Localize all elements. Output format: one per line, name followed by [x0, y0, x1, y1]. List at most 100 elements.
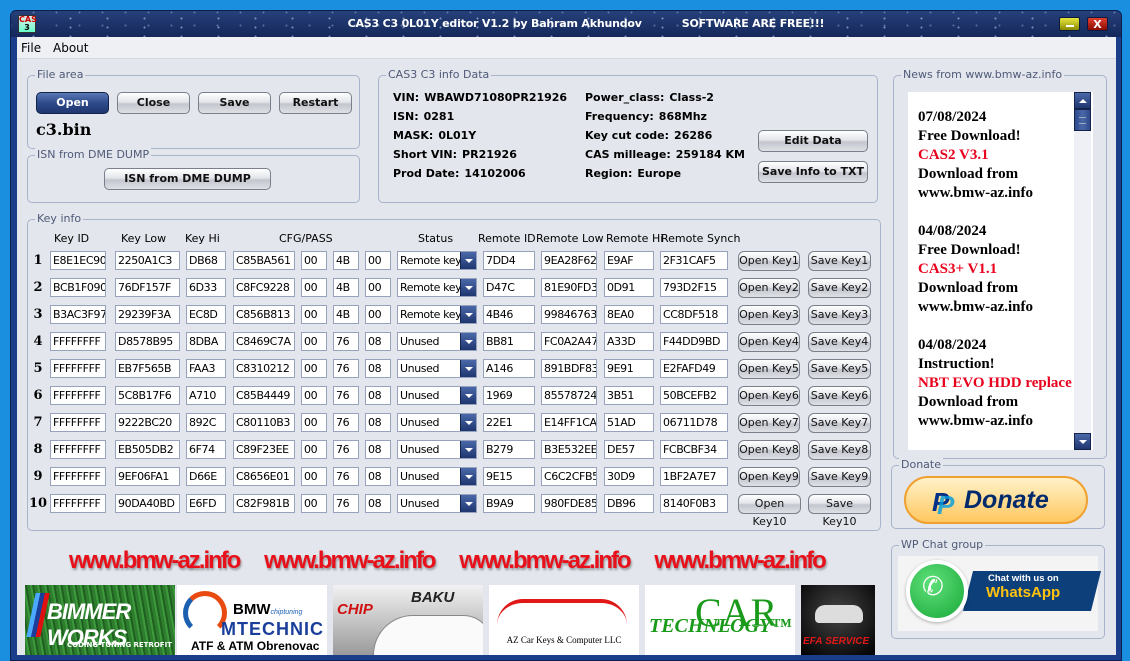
key-key-id-field[interactable]: FFFFFFFF: [50, 332, 106, 351]
key-key-hi-field[interactable]: FAA3: [186, 359, 226, 378]
key-key-low-field[interactable]: EB7F565B: [115, 359, 180, 378]
key-p1-field[interactable]: 00: [301, 440, 327, 459]
paypal-donate-button[interactable]: P Donate: [904, 476, 1088, 524]
key-key-id-field[interactable]: FFFFFFFF: [50, 494, 106, 513]
key-key-id-field[interactable]: FFFFFFFF: [50, 413, 106, 432]
key-key-hi-field[interactable]: E6FD: [186, 494, 226, 513]
news-line3[interactable]: www.bmw-az.info: [918, 298, 1083, 317]
key-status-select[interactable]: Remote key: [397, 251, 477, 270]
key-cfg-field[interactable]: C856B813: [233, 305, 295, 324]
key-cfg-field[interactable]: C80110B3: [233, 413, 295, 432]
key-remote-low-field[interactable]: C6C2CFB5: [541, 467, 597, 486]
key-p3-field[interactable]: 00: [365, 278, 391, 297]
key-remote-synch-field[interactable]: 1BF2A7E7: [660, 467, 728, 486]
key-status-select[interactable]: Unused: [397, 467, 477, 486]
key-p2-field[interactable]: 76: [333, 494, 359, 513]
key-cfg-field[interactable]: C82F981B: [233, 494, 295, 513]
key-p3-field[interactable]: 08: [365, 332, 391, 351]
key-p2-field[interactable]: 76: [333, 359, 359, 378]
key-remote-synch-field[interactable]: FCBCBF34: [660, 440, 728, 459]
key-remote-id-field[interactable]: D47C: [483, 278, 535, 297]
key-key-low-field[interactable]: 76DF157F: [115, 278, 180, 297]
key-p3-field[interactable]: 08: [365, 413, 391, 432]
key-p2-field[interactable]: 76: [333, 467, 359, 486]
open-key-button[interactable]: Open Key4: [738, 332, 800, 352]
key-remote-id-field[interactable]: 4B46: [483, 305, 535, 324]
key-status-select[interactable]: Unused: [397, 332, 477, 351]
key-p2-field[interactable]: 4B: [333, 305, 359, 324]
key-remote-hi-field[interactable]: 30D9: [604, 467, 654, 486]
open-key-button[interactable]: Open Key6: [738, 386, 800, 406]
key-key-hi-field[interactable]: DB68: [186, 251, 226, 270]
open-key-button[interactable]: Open Key2: [738, 278, 800, 298]
key-remote-hi-field[interactable]: E9AF: [604, 251, 654, 270]
key-key-id-field[interactable]: FFFFFFFF: [50, 359, 106, 378]
key-p3-field[interactable]: 08: [365, 386, 391, 405]
key-key-hi-field[interactable]: D66E: [186, 467, 226, 486]
sponsor-az-car-keys[interactable]: AZ Car Keys & Computer LLC: [489, 585, 639, 655]
sponsor-mtechnic[interactable]: BMWchiptuning MTECHNIC ATF & ATM Obrenov…: [177, 585, 327, 655]
key-remote-low-field[interactable]: 9EA28F62: [541, 251, 597, 270]
save-key-button[interactable]: Save Key8: [808, 440, 871, 460]
key-p2-field[interactable]: 76: [333, 413, 359, 432]
key-key-low-field[interactable]: 9222BC20: [115, 413, 180, 432]
open-key-button[interactable]: Open Key10: [738, 494, 801, 528]
key-p1-field[interactable]: 00: [301, 332, 327, 351]
scroll-thumb[interactable]: [1074, 109, 1091, 131]
key-p1-field[interactable]: 00: [301, 413, 327, 432]
key-remote-synch-field[interactable]: 06711D78: [660, 413, 728, 432]
key-key-id-field[interactable]: B3AC3F97: [50, 305, 106, 324]
key-p2-field[interactable]: 4B: [333, 251, 359, 270]
isn-from-dme-dump-button[interactable]: ISN from DME DUMP: [104, 168, 271, 190]
key-status-select[interactable]: Remote key: [397, 278, 477, 297]
key-cfg-field[interactable]: C8FC9228: [233, 278, 295, 297]
key-p3-field[interactable]: 08: [365, 494, 391, 513]
key-remote-hi-field[interactable]: 3B51: [604, 386, 654, 405]
key-p1-field[interactable]: 00: [301, 305, 327, 324]
open-key-button[interactable]: Open Key5: [738, 359, 800, 379]
chevron-down-icon[interactable]: [460, 252, 476, 269]
close-button[interactable]: Close: [117, 92, 190, 114]
key-remote-low-field[interactable]: B3E532EE: [541, 440, 597, 459]
key-remote-synch-field[interactable]: CC8DF518: [660, 305, 728, 324]
key-remote-id-field[interactable]: B279: [483, 440, 535, 459]
save-key-button[interactable]: Save Key4: [808, 332, 871, 352]
sponsor-bimmer-works[interactable]: BIMMER WORKS CODING TUNING RETROFIT: [25, 585, 175, 655]
save-key-button[interactable]: Save Key7: [808, 413, 871, 433]
key-p2-field[interactable]: 76: [333, 386, 359, 405]
key-p1-field[interactable]: 00: [301, 359, 327, 378]
key-remote-synch-field[interactable]: F44DD9BD: [660, 332, 728, 351]
key-key-hi-field[interactable]: A710: [186, 386, 226, 405]
key-key-low-field[interactable]: 5C8B17F6: [115, 386, 180, 405]
site-link[interactable]: www.bmw-az.info: [69, 547, 241, 574]
key-key-low-field[interactable]: EB505DB2: [115, 440, 180, 459]
key-remote-id-field[interactable]: 1969: [483, 386, 535, 405]
key-remote-synch-field[interactable]: 8140F0B3: [660, 494, 728, 513]
key-key-hi-field[interactable]: EC8D: [186, 305, 226, 324]
key-remote-synch-field[interactable]: 50BCEFB2: [660, 386, 728, 405]
chevron-down-icon[interactable]: [460, 279, 476, 296]
title-bar[interactable]: CAS 3 CAS3 C3 0L01Y editor V1.2 by Bahra…: [11, 11, 1121, 37]
key-key-low-field[interactable]: 29239F3A: [115, 305, 180, 324]
key-remote-id-field[interactable]: 7DD4: [483, 251, 535, 270]
key-status-select[interactable]: Remote key: [397, 305, 477, 324]
open-key-button[interactable]: Open Key3: [738, 305, 800, 325]
key-key-hi-field[interactable]: 8DBA: [186, 332, 226, 351]
close-window-button[interactable]: X: [1087, 17, 1108, 31]
key-remote-hi-field[interactable]: 51AD: [604, 413, 654, 432]
open-key-button[interactable]: Open Key8: [738, 440, 800, 460]
key-remote-id-field[interactable]: 9E15: [483, 467, 535, 486]
key-p3-field[interactable]: 08: [365, 467, 391, 486]
key-key-hi-field[interactable]: 6F74: [186, 440, 226, 459]
key-key-id-field[interactable]: E8E1EC90: [50, 251, 106, 270]
key-remote-synch-field[interactable]: E2FAFD49: [660, 359, 728, 378]
restart-button[interactable]: Restart: [279, 92, 352, 114]
key-p1-field[interactable]: 00: [301, 494, 327, 513]
key-remote-low-field[interactable]: FC0A2A47: [541, 332, 597, 351]
news-line3[interactable]: www.bmw-az.info: [918, 184, 1083, 203]
key-remote-hi-field[interactable]: A33D: [604, 332, 654, 351]
key-key-id-field[interactable]: BCB1F090: [50, 278, 106, 297]
key-remote-low-field[interactable]: 891BDF83: [541, 359, 597, 378]
news-scrollbar[interactable]: [1074, 92, 1091, 450]
minimize-button[interactable]: [1059, 17, 1080, 31]
